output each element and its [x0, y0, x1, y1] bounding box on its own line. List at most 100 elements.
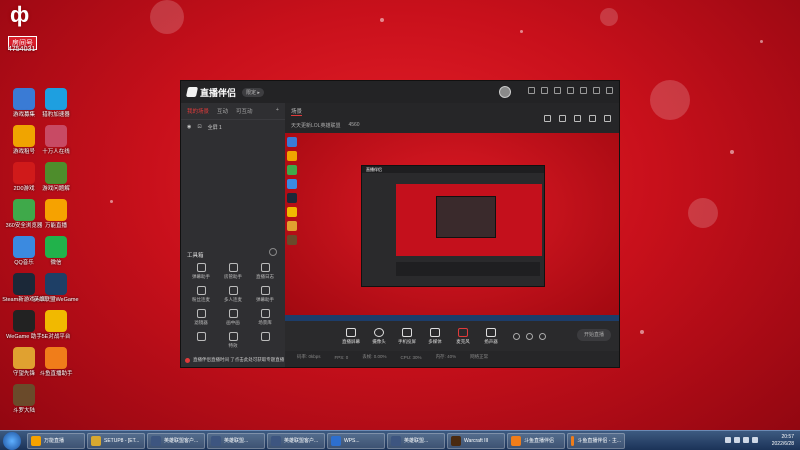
taskbar-window-button[interactable]: Warcraft III [447, 432, 505, 449]
control-label: 手机投屏 [398, 338, 416, 344]
taskbar-app-icon [571, 435, 575, 446]
clock[interactable]: 20:57 2022/6/28 [772, 434, 794, 448]
tool-label: 场景库 [258, 320, 272, 325]
phone-icon [402, 327, 412, 337]
share-icon[interactable] [604, 115, 611, 122]
tray-icon[interactable] [725, 437, 731, 443]
toolbox-item[interactable]: 场景库 [249, 309, 281, 326]
status-item: FPS: 0 [334, 354, 349, 360]
tool-icon [260, 332, 270, 341]
play-icon [430, 327, 440, 337]
room-number-badge: ф 房间号 4754031 [4, 2, 56, 54]
multimedia-button[interactable]: 多媒体 [421, 327, 449, 345]
preview-app-icon [287, 193, 297, 203]
tab-scene[interactable]: 场景 [291, 107, 303, 116]
toolbox-item[interactable]: 滤镜器 [185, 309, 217, 326]
speaker-button[interactable]: 扬声器 [477, 327, 505, 345]
settings-icon[interactable] [554, 87, 561, 94]
preview-nested-window [436, 196, 496, 238]
taskbar-window-button[interactable]: 英雄联盟... [387, 432, 445, 449]
snowflake [640, 330, 644, 334]
app-logo-icon [185, 87, 199, 97]
left-panel: 我的场景 互动 可互动 + ◉ ⊡ 全屏 1 工具箱 弹幕助手 房管助手 直播日志粉… [181, 103, 285, 367]
snowflake [520, 30, 523, 33]
toolbox-item[interactable] [185, 332, 217, 349]
lock-icon[interactable] [559, 115, 566, 122]
taskbar-window-button[interactable]: 英雄联盟客户... [267, 432, 325, 449]
scene-item[interactable]: ◉ ⊡ 全屏 1 [181, 120, 285, 135]
toolbox-item[interactable]: 直播日志 [249, 263, 281, 280]
desktop-shortcut[interactable]: 十万人在线 [36, 125, 76, 155]
tool-icon [260, 309, 270, 318]
tab-my-scenes[interactable]: 我的场景 [187, 107, 209, 115]
desktop-shortcut[interactable]: 斗鱼直播助手 [36, 347, 76, 377]
microphone-button[interactable]: 麦克风 [449, 327, 477, 345]
start-button[interactable] [3, 431, 21, 450]
tray-icon[interactable] [734, 437, 740, 443]
system-tray [725, 437, 758, 443]
record-icon[interactable] [574, 115, 581, 122]
taskbar-window-button[interactable]: 斗鱼直播伴侣 [507, 432, 565, 449]
message-icon[interactable] [541, 87, 548, 94]
gear-icon[interactable] [539, 332, 546, 340]
desktop-shortcut[interactable]: 英雄联盟WeGame [33, 273, 79, 303]
toolbox-item[interactable]: 房管助手 [217, 263, 249, 280]
add-scene-icon[interactable]: + [276, 107, 279, 115]
desktop-shortcut[interactable]: 斗罗大陆 [4, 384, 44, 414]
lock-icon[interactable]: ⊡ [197, 124, 201, 131]
desktop-shortcut[interactable]: 猎豹加速器 [36, 88, 76, 118]
tool-label: 弹幕助手 [256, 297, 274, 302]
taskbar-window-button[interactable]: 斗鱼直播伴侣 - 主... [567, 432, 625, 449]
close-icon[interactable] [606, 87, 613, 94]
toolbox-item[interactable]: 粉丝连麦 [185, 286, 217, 303]
desktop-shortcut[interactable]: 万能直播 [36, 199, 76, 229]
taskbar-app-icon [31, 435, 41, 446]
phone-cast-button[interactable]: 手机投屏 [393, 327, 421, 345]
notification-icon[interactable] [589, 115, 596, 122]
toolbox-item[interactable]: 特效 [217, 332, 249, 349]
menu-icon[interactable] [567, 87, 574, 94]
screen-capture-button[interactable]: 直播屏幕 [337, 327, 365, 345]
stream-preview[interactable]: 直播伴侣 [285, 133, 619, 321]
desktop-shortcut[interactable]: 微信 [36, 236, 76, 266]
user-avatar[interactable] [499, 86, 511, 98]
version-badge[interactable]: 限定 ▸ [242, 87, 264, 97]
eye-icon[interactable]: ◉ [187, 124, 191, 131]
notice-bar[interactable]: 直播伴侣直播时间 了点击此处可获取专题直播 [185, 357, 284, 363]
volume-icon[interactable] [752, 437, 758, 443]
tool-icon [196, 286, 206, 295]
taskbar-window-button[interactable]: 英雄联盟客户... [147, 432, 205, 449]
toolbox-item[interactable]: 弹幕助手 [249, 286, 281, 303]
toolbox-item[interactable]: 弹幕助手 [185, 263, 217, 280]
effects-icon[interactable] [526, 332, 533, 340]
toolbox-toggle-icon[interactable] [269, 248, 277, 256]
desktop-shortcut[interactable]: 游戏问题解 [36, 162, 76, 192]
gift-icon[interactable] [544, 115, 551, 122]
clock-time: 20:57 [781, 434, 794, 440]
taskbar-window-label: 斗鱼直播伴侣 [524, 438, 555, 444]
network-icon[interactable] [743, 437, 749, 443]
tab-interactive[interactable]: 可互动 [236, 107, 253, 115]
app-icon [45, 162, 67, 184]
record-icon[interactable] [513, 332, 520, 340]
taskbar-window-button[interactable]: 英雄联盟... [207, 432, 265, 449]
minimize-icon[interactable] [580, 87, 587, 94]
tab-interaction[interactable]: 互动 [217, 107, 228, 115]
app-icon [13, 384, 35, 406]
status-item: CPU: 30% [400, 354, 422, 360]
taskbar-window-button[interactable]: WPS... [327, 432, 385, 449]
tool-label: 多人连麦 [224, 297, 242, 302]
toolbox-item[interactable] [249, 332, 281, 349]
taskbar-window-button[interactable]: SETUP8 - [ET... [87, 432, 145, 449]
tool-icon [228, 309, 238, 318]
start-live-button[interactable]: 开始直播 [577, 329, 611, 341]
monitor-icon [346, 327, 356, 337]
taskbar-window-button[interactable]: 万能直播 [27, 432, 85, 449]
toolbox-item[interactable]: 多人连麦 [217, 286, 249, 303]
toolbox-item[interactable]: 画中画 [217, 309, 249, 326]
status-item: 码率: 0kbps [297, 354, 321, 359]
maximize-icon[interactable] [593, 87, 600, 94]
skin-icon[interactable] [528, 87, 535, 94]
camera-button[interactable]: 摄像头 [365, 327, 393, 345]
desktop-shortcut[interactable]: 5E对战平台 [36, 310, 76, 340]
